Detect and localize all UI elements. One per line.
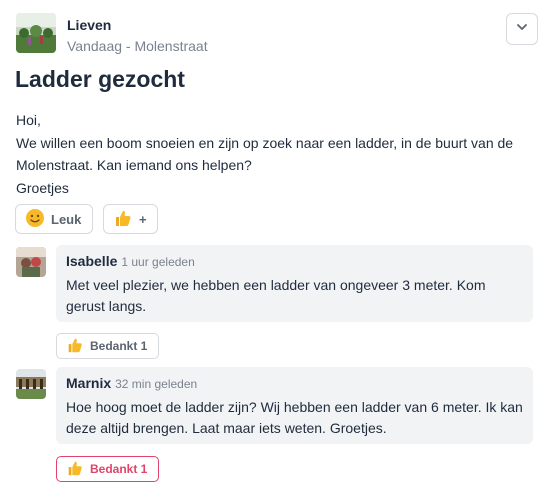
- author-name[interactable]: Lieven: [67, 17, 111, 33]
- comment-bubble: Marnix 32 min geleden Hoe hoog moet de la…: [56, 367, 533, 444]
- comment-text: Met veel plezier, we hebben een ladder v…: [66, 277, 486, 314]
- author-avatar[interactable]: [16, 13, 56, 53]
- comment-author[interactable]: Isabelle: [66, 253, 117, 269]
- comment-header: Marnix 32 min geleden: [66, 375, 523, 393]
- post-body-line: We willen een boom snoeien en zijn op zo…: [16, 134, 514, 174]
- comment-text: Hoe hoog moet de ladder zijn? Wij hebben…: [66, 399, 523, 436]
- comment-header: Isabelle 1 uur geleden: [66, 253, 523, 271]
- thanks-count-label: Bedankt 1: [90, 339, 148, 353]
- post-header: Lieven Vandaag - Molenstraat: [16, 13, 538, 57]
- chevron-down-icon: [515, 20, 529, 39]
- comment-avatar[interactable]: [16, 247, 46, 277]
- post-body-line: Hoi,: [16, 112, 41, 128]
- comment-thanks-button[interactable]: Bedankt 1: [56, 333, 159, 359]
- thumbs-up-icon: [66, 336, 84, 357]
- comment-author[interactable]: Marnix: [66, 375, 111, 391]
- comment-time: 1 uur geleden: [121, 255, 195, 269]
- post-body: Hoi, We willen een boom snoeien en zijn …: [16, 109, 526, 199]
- comment-time: 32 min geleden: [115, 377, 198, 391]
- post-menu-button[interactable]: [506, 13, 538, 45]
- thumbs-up-icon: [66, 459, 84, 480]
- post-meta: Vandaag - Molenstraat: [67, 38, 208, 54]
- thanks-button[interactable]: +: [103, 204, 158, 234]
- thanks-plus-label: +: [139, 211, 147, 227]
- thumbs-up-icon: [113, 208, 133, 231]
- post-title: Ladder gezocht: [15, 66, 185, 92]
- like-label: Leuk: [51, 211, 82, 227]
- comment-avatar[interactable]: [16, 369, 46, 399]
- comment-bubble: Isabelle 1 uur geleden Met veel plezier, …: [56, 245, 533, 322]
- post-body-line: Groetjes: [16, 179, 69, 196]
- like-button[interactable]: Leuk: [15, 204, 93, 234]
- smiley-icon: [25, 208, 45, 231]
- comment-thanks-button-active[interactable]: Bedankt 1: [56, 456, 159, 482]
- thanks-count-label: Bedankt 1: [90, 462, 148, 476]
